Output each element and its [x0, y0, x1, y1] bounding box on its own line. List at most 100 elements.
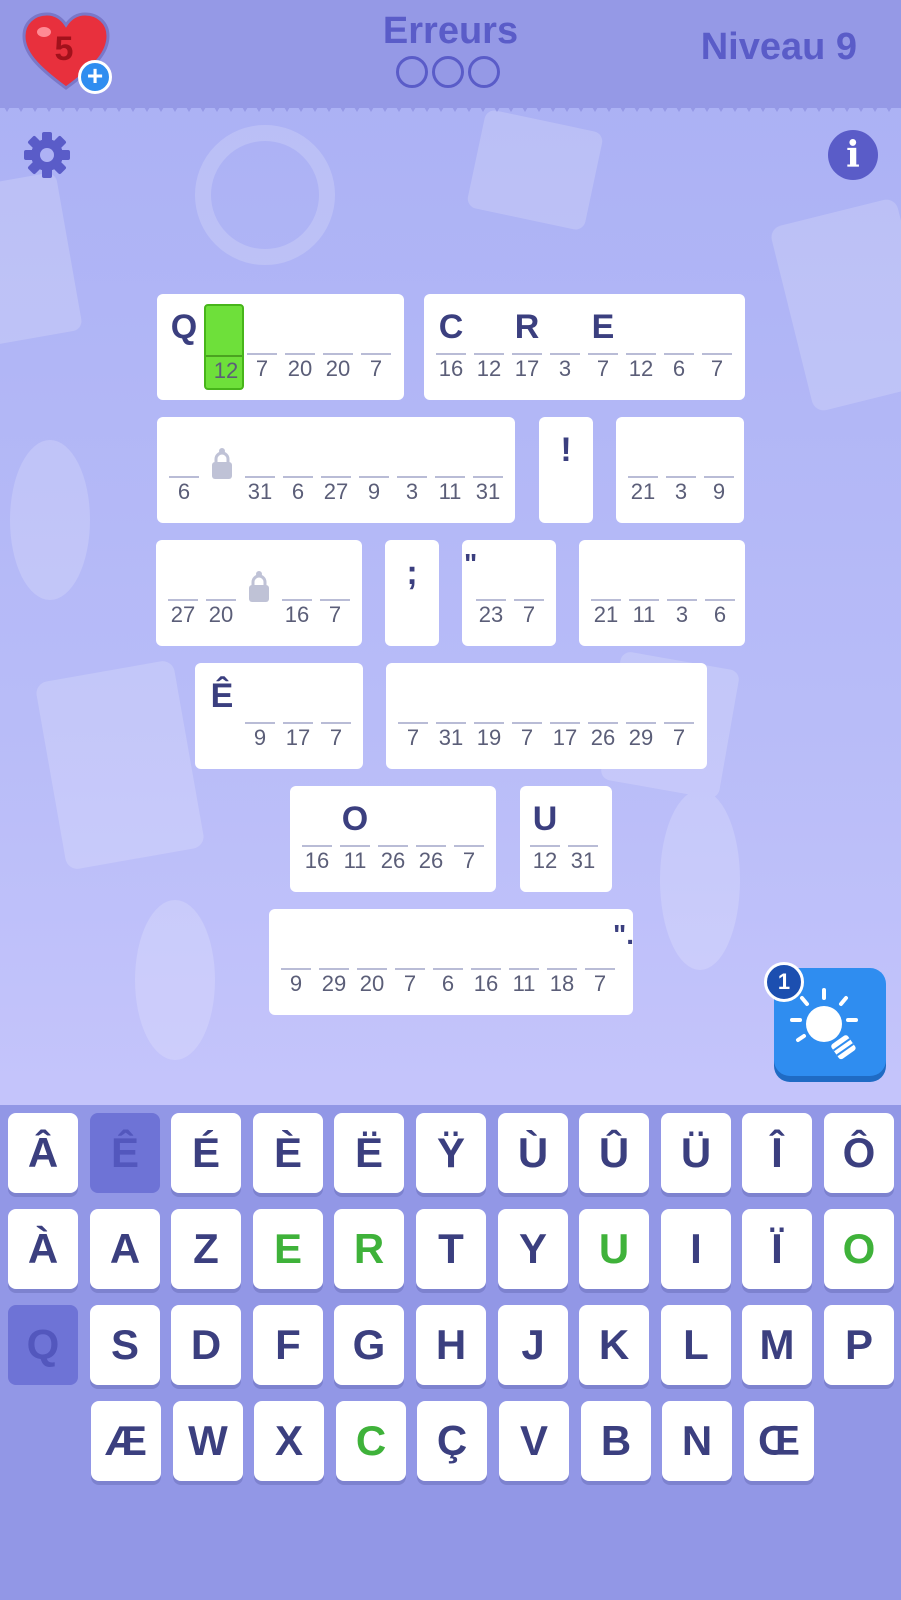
key-l[interactable]: L	[661, 1305, 731, 1385]
letter-cell[interactable]: 7	[514, 540, 544, 646]
key-û[interactable]: Û	[579, 1113, 649, 1193]
letter-cell[interactable]: 29	[319, 909, 349, 1015]
locked-cell[interactable]	[207, 417, 237, 523]
letter-cell[interactable]: 3	[667, 540, 697, 646]
letter-cell[interactable]: 26	[416, 786, 446, 892]
key-ë[interactable]: Ë	[334, 1113, 404, 1193]
letter-cell[interactable]: 16	[302, 786, 332, 892]
letter-cell[interactable]: 26	[588, 663, 618, 769]
key-z[interactable]: Z	[171, 1209, 241, 1289]
key-c[interactable]: C	[336, 1401, 406, 1481]
letter-cell[interactable]: 18	[547, 909, 577, 1015]
letter-cell[interactable]: 6	[283, 417, 313, 523]
letter-cell[interactable]: 20	[206, 540, 236, 646]
letter-cell[interactable]: 7	[702, 294, 732, 400]
letter-cell[interactable]: 23	[476, 540, 506, 646]
key-b[interactable]: B	[581, 1401, 651, 1481]
letter-cell[interactable]: 7	[321, 663, 351, 769]
letter-cell[interactable]: 12	[626, 294, 656, 400]
key-a[interactable]: A	[90, 1209, 160, 1289]
letter-cell[interactable]: 17	[283, 663, 313, 769]
key-æ[interactable]: Æ	[91, 1401, 161, 1481]
letter-cell[interactable]: 7	[395, 909, 425, 1015]
key-v[interactable]: V	[499, 1401, 569, 1481]
letter-cell[interactable]: 19	[474, 663, 504, 769]
key-e[interactable]: E	[253, 1209, 323, 1289]
key-é[interactable]: É	[171, 1113, 241, 1193]
letter-cell[interactable]: 7	[398, 663, 428, 769]
key-k[interactable]: K	[579, 1305, 649, 1385]
letter-cell[interactable]: 11	[435, 417, 465, 523]
key-ü[interactable]: Ü	[661, 1113, 731, 1193]
letter-cell[interactable]: 31	[436, 663, 466, 769]
letter-cell[interactable]: 31	[473, 417, 503, 523]
letter-cell[interactable]: 20	[285, 294, 315, 400]
key-î[interactable]: Î	[742, 1113, 812, 1193]
key-g[interactable]: G	[334, 1305, 404, 1385]
letter-cell[interactable]: 7	[454, 786, 484, 892]
letter-cell[interactable]: 3	[666, 417, 696, 523]
letter-cell[interactable]: 9	[704, 417, 734, 523]
key-â[interactable]: Â	[8, 1113, 78, 1193]
letter-cell[interactable]: 7	[664, 663, 694, 769]
key-ï[interactable]: Ï	[742, 1209, 812, 1289]
letter-cell[interactable]: 31	[568, 786, 598, 892]
letter-cell[interactable]: 16	[471, 909, 501, 1015]
key-ù[interactable]: Ù	[498, 1113, 568, 1193]
letter-cell[interactable]: 27	[321, 417, 351, 523]
key-u[interactable]: U	[579, 1209, 649, 1289]
letter-cell[interactable]: 9	[281, 909, 311, 1015]
key-è[interactable]: È	[253, 1113, 323, 1193]
letter-cell[interactable]: 11	[629, 540, 659, 646]
key-ô[interactable]: Ô	[824, 1113, 894, 1193]
letter-cell[interactable]: 31	[245, 417, 275, 523]
letter-cell[interactable]: 29	[626, 663, 656, 769]
letter-cell[interactable]: 16	[282, 540, 312, 646]
letter-cell[interactable]: O 11	[340, 786, 370, 892]
letter-cell[interactable]: 27	[168, 540, 198, 646]
locked-cell[interactable]	[244, 540, 274, 646]
letter-cell[interactable]: 6	[705, 540, 735, 646]
letter-cell[interactable]: 7	[512, 663, 542, 769]
letter-cell[interactable]: 7	[585, 909, 615, 1015]
key-y[interactable]: Y	[498, 1209, 568, 1289]
letter-cell[interactable]: 6	[169, 417, 199, 523]
letter-cell[interactable]: 26	[378, 786, 408, 892]
letter-cell[interactable]: 3	[550, 294, 580, 400]
key-ê[interactable]: Ê	[90, 1113, 160, 1193]
key-œ[interactable]: Œ	[744, 1401, 814, 1481]
letter-cell[interactable]: 6	[433, 909, 463, 1015]
key-j[interactable]: J	[498, 1305, 568, 1385]
key-ÿ[interactable]: Ÿ	[416, 1113, 486, 1193]
key-n[interactable]: N	[662, 1401, 732, 1481]
selected-cell[interactable]: 12	[204, 304, 244, 390]
letter-cell[interactable]: 21	[591, 540, 621, 646]
letter-cell[interactable]: 9	[245, 663, 275, 769]
key-i[interactable]: I	[661, 1209, 731, 1289]
letter-cell[interactable]: 17	[550, 663, 580, 769]
letter-cell[interactable]: 6	[664, 294, 694, 400]
key-f[interactable]: F	[253, 1305, 323, 1385]
key-q[interactable]: Q	[8, 1305, 78, 1385]
letter-cell[interactable]: C 16	[436, 294, 466, 400]
key-r[interactable]: R	[334, 1209, 404, 1289]
key-s[interactable]: S	[90, 1305, 160, 1385]
key-t[interactable]: T	[416, 1209, 486, 1289]
gear-icon[interactable]	[22, 130, 72, 180]
info-icon[interactable]: i	[828, 130, 878, 180]
letter-cell[interactable]: 7	[361, 294, 391, 400]
key-à[interactable]: À	[8, 1209, 78, 1289]
key-h[interactable]: H	[416, 1305, 486, 1385]
letter-cell[interactable]: 12	[474, 294, 504, 400]
letter-cell[interactable]: 7	[247, 294, 277, 400]
key-d[interactable]: D	[171, 1305, 241, 1385]
letter-cell[interactable]: 11	[509, 909, 539, 1015]
letter-cell[interactable]: 20	[357, 909, 387, 1015]
letter-cell[interactable]: 9	[359, 417, 389, 523]
key-o[interactable]: O	[824, 1209, 894, 1289]
letter-cell[interactable]: Q	[169, 294, 199, 400]
letter-cell[interactable]: Ê	[207, 663, 237, 769]
key-x[interactable]: X	[254, 1401, 324, 1481]
key-w[interactable]: W	[173, 1401, 243, 1481]
letter-cell[interactable]: 21	[628, 417, 658, 523]
